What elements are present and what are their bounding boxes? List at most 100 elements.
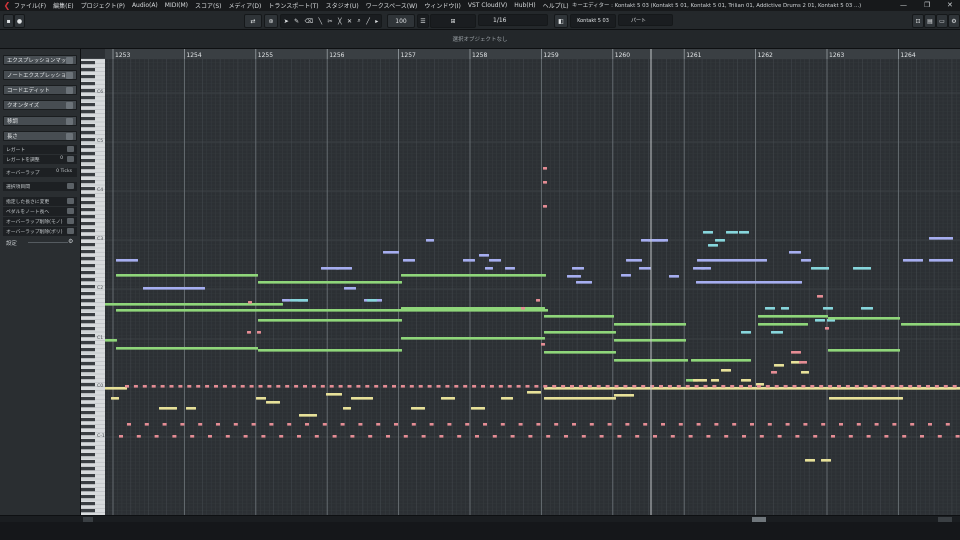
midi-note[interactable] [267,385,272,388]
midi-note[interactable] [536,299,540,302]
line-tool-icon[interactable]: ╱ [366,18,370,25]
midi-note[interactable] [815,319,825,322]
midi-note[interactable] [920,435,924,438]
apply-icon[interactable] [67,146,74,152]
midi-note[interactable] [854,385,859,388]
black-key[interactable] [81,229,95,233]
section-length[interactable]: 長さ [3,131,77,141]
midi-note[interactable] [225,435,230,438]
settings-gear-icon[interactable]: ⚙ [948,14,960,28]
midi-note[interactable] [813,435,818,438]
midi-note[interactable] [111,397,119,400]
midi-note[interactable] [929,259,953,262]
section-expression-map[interactable]: エクスプレッションマップ [3,55,77,65]
black-key[interactable] [81,166,95,170]
black-key[interactable] [81,82,95,86]
midi-note[interactable] [685,385,690,388]
midi-note[interactable] [721,369,731,372]
black-key[interactable] [81,453,95,457]
black-key[interactable] [81,397,95,401]
midi-note[interactable] [190,435,195,438]
midi-note[interactable] [578,385,583,388]
midi-note[interactable] [614,323,686,326]
midi-note[interactable] [142,385,147,388]
midi-note[interactable] [441,397,455,400]
midi-note[interactable] [501,397,513,400]
midi-note[interactable] [831,435,835,438]
midi-note[interactable] [543,181,547,184]
midi-note[interactable] [116,259,138,262]
menu-studio[interactable]: スタジオ(U) [326,1,359,10]
apply-icon[interactable] [67,218,74,224]
midi-note[interactable] [693,379,707,382]
midi-note[interactable] [338,385,343,388]
midi-note[interactable] [765,307,775,310]
midi-note[interactable] [445,385,450,388]
midi-note[interactable] [955,435,960,438]
black-key[interactable] [81,502,95,506]
expand-icon[interactable] [66,133,73,140]
midi-note[interactable] [394,423,398,426]
row-fixed-length[interactable]: 指定した長さに変更 [3,197,77,206]
midi-note[interactable] [653,435,657,438]
midi-note[interactable] [759,435,764,438]
midi-note[interactable] [256,397,266,400]
midi-note[interactable] [463,259,475,262]
midi-note[interactable] [205,385,210,388]
midi-note[interactable] [350,435,355,438]
midi-note[interactable] [828,385,833,388]
black-key[interactable] [81,138,95,142]
midi-note[interactable] [186,407,196,410]
midi-note[interactable] [392,385,396,388]
black-key[interactable] [81,103,95,107]
midi-note[interactable] [771,331,783,334]
midi-note[interactable] [785,423,790,426]
ruler[interactable]: 1253 1254 1255 1256 1257 1258 1259 1260 1261 1262… [105,49,960,59]
menu-media[interactable]: メディア(D) [228,1,261,10]
midi-note[interactable] [676,385,681,388]
midi-note[interactable] [344,287,356,290]
section-transpose[interactable]: 移調 [3,116,77,126]
black-key[interactable] [81,509,95,513]
black-key[interactable] [81,383,95,387]
midi-note[interactable] [792,385,797,388]
black-key[interactable] [81,257,95,261]
midi-note[interactable] [401,337,545,340]
midi-note[interactable] [821,423,826,426]
midi-note[interactable] [143,287,205,290]
midi-note[interactable] [544,331,616,334]
midi-note[interactable] [724,435,729,438]
midi-note[interactable] [714,423,719,426]
midi-note[interactable] [805,459,815,462]
midi-note[interactable] [899,385,904,388]
menu-score[interactable]: スコア(S) [195,1,222,10]
black-key[interactable] [81,362,95,366]
midi-note[interactable] [845,385,850,388]
midi-note[interactable] [426,239,434,242]
midi-note[interactable] [543,205,547,208]
trim-tool-icon[interactable]: ╲ [318,18,322,25]
midi-note[interactable] [543,167,547,170]
midi-note[interactable] [945,423,950,426]
midi-note[interactable] [383,251,399,254]
midi-note[interactable] [810,385,815,388]
midi-note[interactable] [332,435,337,438]
midi-note[interactable] [703,385,708,388]
midi-note[interactable] [427,385,432,388]
midi-note[interactable] [781,307,789,310]
black-key[interactable] [81,159,95,163]
zoom-tool-icon[interactable]: ⌕ [357,17,360,25]
black-key[interactable] [81,341,95,345]
menu-edit[interactable]: 編集(E) [53,1,73,10]
row-delete-overlap-poly[interactable]: オーバーラップ削除(ポリ) [3,227,77,236]
autoscroll-icon[interactable]: ⇄ [244,14,262,28]
section-chord-editing[interactable]: コードエディット [3,85,77,95]
midi-note[interactable] [934,385,939,388]
midi-note[interactable] [614,394,634,397]
midi-note[interactable] [742,435,746,438]
midi-note[interactable] [368,435,373,438]
midi-note[interactable] [774,385,779,388]
midi-note[interactable] [910,423,915,426]
midi-note[interactable] [401,274,545,277]
menu-vst-cloud[interactable]: VST Cloud(V) [468,2,507,9]
